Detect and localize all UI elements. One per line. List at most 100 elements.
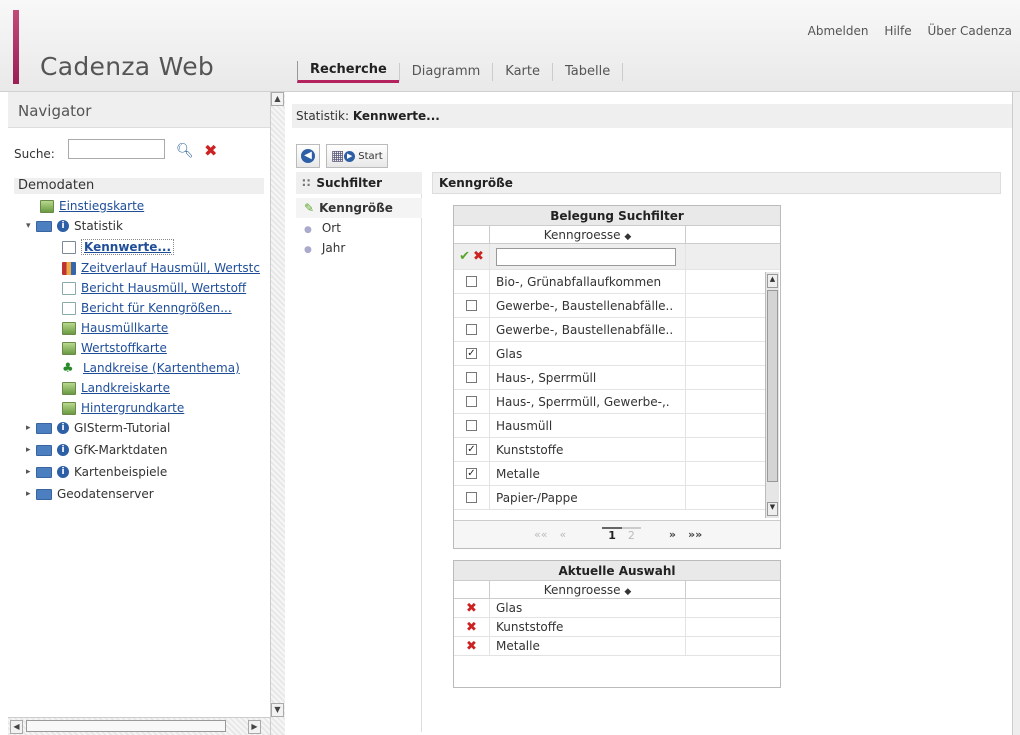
next-page-button[interactable]: » [669,528,676,541]
auswahl-panel: Aktuelle Auswahl Kenngroesse ◆ ✖ Glas ✖ Kun… [453,560,781,688]
row-checkbox[interactable] [466,492,477,503]
clear-search-icon[interactable]: ✖ [204,141,217,160]
tree-item-landkreiskarte[interactable]: Landkreiskarte [62,378,170,398]
belegung-scrollbar[interactable]: ▲ ▼ [765,272,779,518]
main-vertical-scrollbar[interactable] [1012,92,1020,735]
folder-icon [36,466,52,478]
column-kenngroesse[interactable]: Kenngroesse ◆ [490,226,686,243]
about-link[interactable]: Über Cadenza [927,24,1012,38]
row-checkbox[interactable] [466,300,477,311]
first-page-button[interactable]: «« [534,528,547,541]
tab-karte[interactable]: Karte [492,63,552,81]
tree-item-gisterm[interactable]: ▸ i GISterm-Tutorial [26,418,170,438]
tree-item-zeitverlauf[interactable]: Zeitverlauf Hausmüll, Wertstc [62,258,260,278]
column-kenngroesse[interactable]: Kenngroesse ◆ [490,581,686,598]
scroll-up-icon[interactable]: ▲ [271,92,284,106]
row-checkbox[interactable] [466,396,477,407]
table-row[interactable]: Bio-, Grünabfallaufkommen [454,270,766,294]
collapsed-arrow-icon[interactable]: ▸ [26,445,36,455]
logout-link[interactable]: Abmelden [808,24,869,38]
collapsed-arrow-icon[interactable]: ▸ [26,467,36,477]
table-row[interactable]: ✓ Glas [454,342,766,366]
list-item[interactable]: ✖ Glas [454,599,780,618]
tree-item-einstiegskarte[interactable]: Einstiegskarte [40,196,144,216]
help-link[interactable]: Hilfe [884,24,911,38]
remove-icon[interactable]: ✖ [466,639,477,654]
map-icon [40,199,54,213]
tree-item-landkreise[interactable]: ♣ Landkreise (Kartenthema) [62,358,240,378]
scroll-down-icon[interactable]: ▼ [271,703,284,717]
row-label: Kunststoffe [490,438,686,461]
reject-all-icon[interactable]: ✖ [473,249,484,264]
table-row[interactable]: ✓ Kunststoffe [454,438,766,462]
tree-item-statistik[interactable]: ▾ i Statistik [26,216,123,236]
tree-item-wertstoffkarte[interactable]: Wertstoffkarte [62,338,167,358]
navigator-horizontal-scrollbar[interactable]: ◀ ▶ [8,717,270,735]
table-row[interactable]: Haus-, Sperrmüll [454,366,766,390]
start-button[interactable]: ▦ ▶ Start [326,144,388,168]
scroll-left-icon[interactable]: ◀ [10,720,23,734]
status-prefix: Statistik: [296,109,349,123]
column-filter-input[interactable] [496,247,676,266]
tab-recherche[interactable]: Recherche [297,61,399,83]
scroll-down-icon[interactable]: ▼ [767,502,778,516]
expand-arrow-icon[interactable]: ▾ [26,221,36,231]
row-checkbox[interactable] [466,420,477,431]
search-input[interactable] [68,139,165,159]
row-checkbox[interactable] [466,324,477,335]
row-checkbox[interactable]: ✓ [466,468,477,479]
last-page-button[interactable]: »» [688,528,702,541]
collapsed-arrow-icon[interactable]: ▸ [26,423,36,433]
row-label: Glas [490,342,686,365]
table-row[interactable]: ✓ Metalle [454,462,766,486]
belegung-panel: Belegung Suchfilter Kenngroesse ◆ ✔ ✖ Bi… [453,205,781,549]
remove-icon[interactable]: ✖ [466,601,477,616]
belegung-column-header: Kenngroesse ◆ [454,226,780,244]
list-item[interactable]: ✖ Metalle [454,637,780,656]
filter-item-kenngroesse[interactable]: ✎ Kenngröße [296,198,422,218]
collapsed-arrow-icon[interactable]: ▸ [26,489,36,499]
filter-item-ort[interactable]: ● Ort [296,218,422,238]
horizontal-scroll-thumb[interactable] [26,720,226,732]
tree-item-geodatenserver[interactable]: ▸ Geodatenserver [26,484,154,504]
tree-item-gfk[interactable]: ▸ i GfK-Marktdaten [26,440,167,460]
row-checkbox[interactable] [466,276,477,287]
magnifier-table-icon [62,240,76,254]
row-label: Papier-/Pappe [490,486,686,509]
page-2-button[interactable]: 2 [621,527,641,542]
table-row[interactable]: Papier-/Pappe [454,486,766,510]
belegung-scroll-thumb[interactable] [767,290,778,482]
back-button[interactable]: ◀ [296,144,320,168]
row-label: Glas [490,599,686,617]
tab-tabelle[interactable]: Tabelle [551,63,622,81]
row-label: Bio-, Grünabfallaufkommen [490,270,686,293]
prev-page-button[interactable]: « [559,528,566,541]
scroll-up-icon[interactable]: ▲ [767,274,778,288]
row-checkbox[interactable] [466,372,477,383]
search-icon[interactable]: 🔍︎ [176,143,194,159]
tree-root[interactable]: Demodaten [14,178,264,194]
filter-item-jahr[interactable]: ● Jahr [296,238,422,258]
belegung-title: Belegung Suchfilter [454,206,780,226]
accept-all-icon[interactable]: ✔ [459,249,470,264]
row-checkbox[interactable]: ✓ [466,348,477,359]
table-row[interactable]: Haus-, Sperrmüll, Gewerbe-,. [454,390,766,414]
list-item[interactable]: ✖ Kunststoffe [454,618,780,637]
tree-item-bericht-kenngroessen[interactable]: Bericht für Kenngrößen... [62,298,232,318]
row-checkbox[interactable]: ✓ [466,444,477,455]
filter-list-title: ∷ Suchfilter [296,172,422,194]
table-row[interactable]: Gewerbe-, Baustellenabfälle.. [454,294,766,318]
tree-item-hausmuellkarte[interactable]: Hausmüllkarte [62,318,168,338]
tab-diagramm[interactable]: Diagramm [398,63,492,81]
navigator-vertical-scrollbar[interactable]: ▲ ▼ [270,92,285,735]
table-row[interactable]: Gewerbe-, Baustellenabfälle.. [454,318,766,342]
tree-item-bericht-hausmuell[interactable]: Bericht Hausmüll, Wertstoff [62,278,246,298]
tree-item-kartenbeispiele[interactable]: ▸ i Kartenbeispiele [26,462,167,482]
collapse-icon[interactable]: ∷ [302,176,310,190]
scroll-right-icon[interactable]: ▶ [248,720,261,734]
pager: «« « 1 2 » »» [454,520,780,548]
tree-item-hintergrundkarte[interactable]: Hintergrundkarte [62,398,184,418]
remove-icon[interactable]: ✖ [466,620,477,635]
table-row[interactable]: Hausmüll [454,414,766,438]
tree-item-kennwerte[interactable]: Kennwerte... [62,237,175,257]
